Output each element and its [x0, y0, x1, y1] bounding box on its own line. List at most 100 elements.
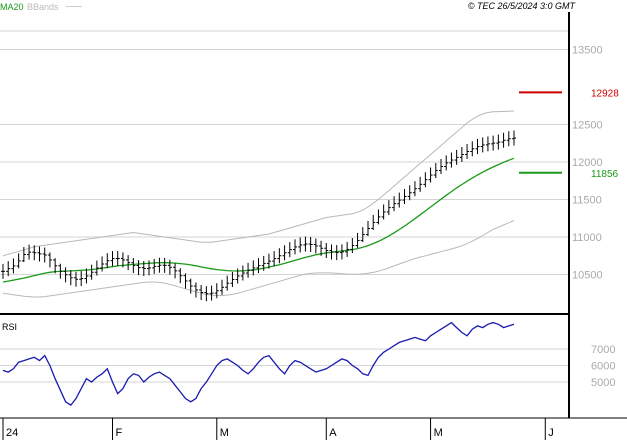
- ohlc-bar: [355, 232, 360, 248]
- ohlc-bar: [402, 189, 407, 204]
- price-tick-label: 13500: [572, 45, 603, 57]
- ohlc-bar: [381, 204, 386, 220]
- ohlc-bar: [423, 172, 428, 188]
- price-tick-label: 10500: [572, 270, 603, 282]
- ohlc-bar: [79, 271, 84, 287]
- ohlc-bar: [350, 238, 355, 254]
- ohlc-bar: [47, 252, 52, 268]
- rsi-line: [2, 321, 515, 406]
- ohlc-bar: [131, 258, 136, 273]
- ohlc-bar: [178, 268, 183, 284]
- ohlc-bar: [366, 220, 370, 236]
- ohlc-bar: [282, 245, 287, 261]
- ohlc-bar: [360, 227, 365, 243]
- ohlc-bar: [345, 241, 350, 257]
- ohlc-bar: [157, 257, 162, 273]
- ohlc-bar: [485, 136, 490, 152]
- ohlc-bar: [136, 260, 141, 276]
- time-tick-label: F: [116, 427, 123, 439]
- ohlc-bar: [449, 152, 454, 168]
- price-tick-label: 11000: [572, 232, 602, 244]
- rsi-tick-label: 6000: [591, 361, 615, 373]
- rsi-panel-title: RSI: [2, 322, 17, 332]
- ohlc-bar: [256, 258, 261, 274]
- ohlc-bar: [439, 159, 443, 174]
- ohlc-bar: [475, 139, 480, 155]
- ohlc-bar: [225, 275, 230, 291]
- price-tick-label: 12500: [572, 120, 603, 132]
- ohlc-bar: [105, 253, 110, 269]
- ohlc-bar: [126, 255, 131, 271]
- ohlc-bar: [115, 250, 120, 266]
- ohlc-bar: [334, 245, 339, 261]
- ohlc-bar: [173, 263, 178, 279]
- ohlc-bar: [183, 273, 188, 289]
- ohlc-bar: [89, 264, 94, 280]
- time-tick-label: M: [434, 427, 443, 439]
- resistance-level-label: 12928: [591, 88, 619, 99]
- chart-canvas: 10500 11000 11500 12000 12500 13500 5000 6000 70…: [0, 12, 627, 440]
- ohlc-bar: [110, 251, 115, 267]
- ohlc-bar: [84, 268, 89, 284]
- rsi-tick-label: 5000: [591, 377, 615, 389]
- ohlc-bar: [412, 181, 417, 197]
- ohlc-bar: [37, 246, 42, 262]
- ohlc-bar: [220, 279, 224, 295]
- ohlc-bar: [392, 196, 397, 212]
- ohlc-bar: [339, 244, 344, 260]
- ohlc-bar: [512, 130, 516, 146]
- ohlc-bar: [193, 282, 198, 298]
- ohlc-bar: [152, 258, 157, 274]
- ohlc-bar: [6, 261, 11, 277]
- ohlc-bar: [277, 248, 282, 264]
- ohlc-bar: [454, 149, 459, 165]
- ohlc-bar: [11, 258, 16, 274]
- time-tick-label: A: [329, 427, 337, 439]
- ohlc-bar: [418, 176, 423, 192]
- ohlc-bar: [167, 259, 172, 275]
- ohlc-bar: [100, 256, 105, 272]
- ohlc-bar: [209, 285, 214, 301]
- ohlc-bar: [27, 244, 32, 260]
- ohlc-bar: [433, 163, 438, 179]
- support-level-label: 11856: [591, 169, 619, 180]
- bbands-upper-line: [2, 110, 515, 257]
- time-tick-label: J: [548, 427, 554, 439]
- ohlc-bar: [1, 263, 5, 279]
- ohlc-bar: [240, 265, 245, 281]
- ohlc-bar: [293, 239, 297, 255]
- ohlc-bar: [68, 270, 73, 286]
- ohlc-bar: [42, 247, 47, 263]
- ohlc-bar: [407, 185, 412, 201]
- ohlc-bar: [501, 132, 506, 148]
- time-tick-label: M: [220, 427, 229, 439]
- ohlc-bar: [162, 257, 167, 273]
- ohlc-bar: [308, 237, 313, 252]
- ohlc-bar: [376, 209, 381, 225]
- ohlc-bar: [94, 260, 99, 276]
- ohlc-bar: [324, 243, 329, 258]
- ohlc-bar: [303, 236, 308, 252]
- ohlc-bar: [428, 167, 433, 183]
- ohlc-bar: [480, 137, 485, 153]
- ohlc-bar: [496, 134, 501, 150]
- ohlc-bar: [506, 131, 511, 147]
- ohlc-bar: [386, 200, 391, 216]
- time-tick-label: 24: [6, 427, 18, 439]
- ohlc-bar: [444, 155, 449, 171]
- ohlc-bar: [287, 242, 292, 258]
- price-tick-label: 12000: [572, 157, 603, 169]
- ohlc-bar: [272, 251, 277, 267]
- ohlc-bar: [298, 237, 303, 253]
- price-tick-label: 11500: [572, 195, 602, 207]
- ohlc-bar: [251, 260, 256, 276]
- ohlc-bar: [313, 238, 318, 254]
- rsi-tick-label: 7000: [591, 344, 615, 356]
- ohlc-bar: [397, 192, 402, 208]
- ohlc-bar: [465, 144, 470, 159]
- ohlc-bar: [470, 141, 475, 157]
- ohlc-bar: [459, 147, 464, 162]
- ohlc-bar: [188, 278, 193, 294]
- ohlc-bar: [16, 253, 21, 269]
- stock-chart: MA20 BBands © TEC 26/5/2024 3:0 GMT 1050…: [0, 0, 627, 440]
